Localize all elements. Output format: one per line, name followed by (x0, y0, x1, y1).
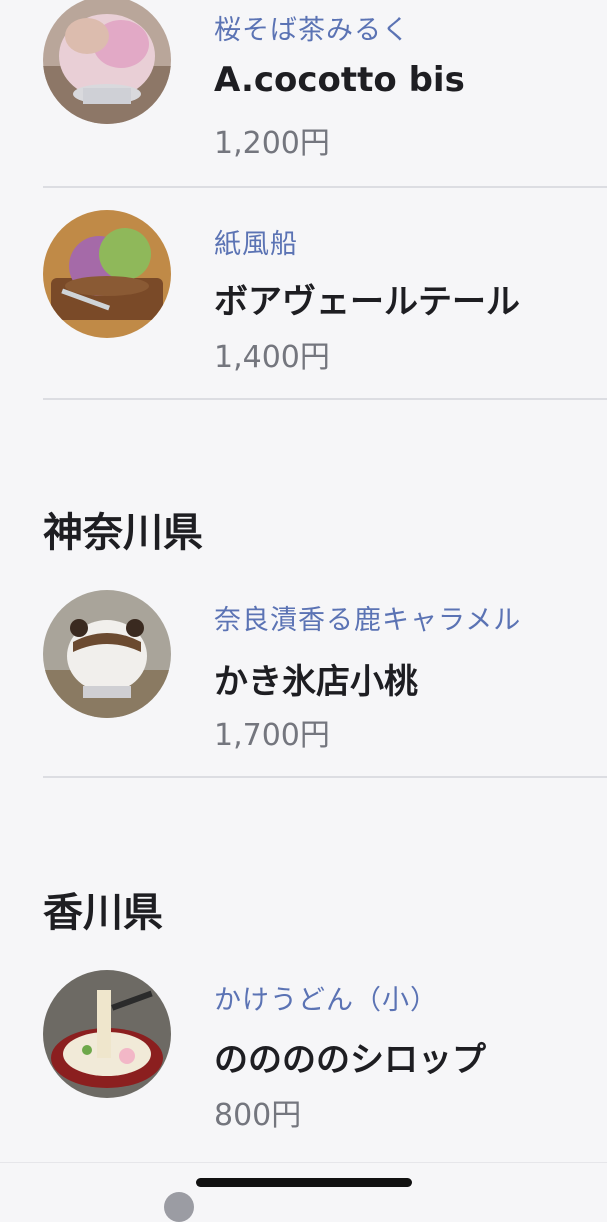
shop-name: 奈良漬香る鹿キャラメル (214, 605, 522, 636)
divider (43, 776, 607, 778)
item-name: ののののシロップ (214, 1040, 486, 1080)
section-heading: 神奈川県 (43, 510, 203, 556)
item-price: 1,700円 (214, 718, 330, 753)
divider (43, 186, 607, 188)
item-name: A.cocotto bis (214, 60, 465, 100)
shop-name: 紙風船 (214, 229, 298, 260)
item-price: 1,200円 (214, 126, 330, 161)
shaved-ice-caramel-deer-photo-icon (43, 590, 171, 718)
section-heading: 香川県 (43, 890, 163, 936)
home-indicator (196, 1178, 412, 1187)
list-item[interactable]: かけうどん（小） ののののシロップ 800円 (0, 968, 607, 1180)
shaved-ice-purple-matcha-photo-icon (43, 210, 171, 338)
shop-name: 桜そば茶みるく (214, 15, 410, 46)
divider (43, 398, 607, 400)
item-name: ボアヴェールテール (214, 282, 520, 322)
udon-shaved-ice-photo-icon (43, 970, 171, 1098)
tab-icon[interactable] (164, 1192, 194, 1222)
list-item[interactable]: 紙風船 ボアヴェールテール 1,400円 (0, 210, 607, 424)
item-price: 800円 (214, 1098, 302, 1133)
item-price: 1,400円 (214, 340, 330, 375)
list-item[interactable]: 奈良漬香る鹿キャラメル かき氷店小桃 1,700円 (0, 590, 607, 802)
shaved-ice-pink-photo-icon (43, 0, 171, 124)
item-name: かき氷店小桃 (214, 662, 418, 702)
list-item[interactable]: 桜そば茶みるく A.cocotto bis 1,200円 (0, 0, 607, 212)
shop-name: かけうどん（小） (214, 985, 438, 1016)
